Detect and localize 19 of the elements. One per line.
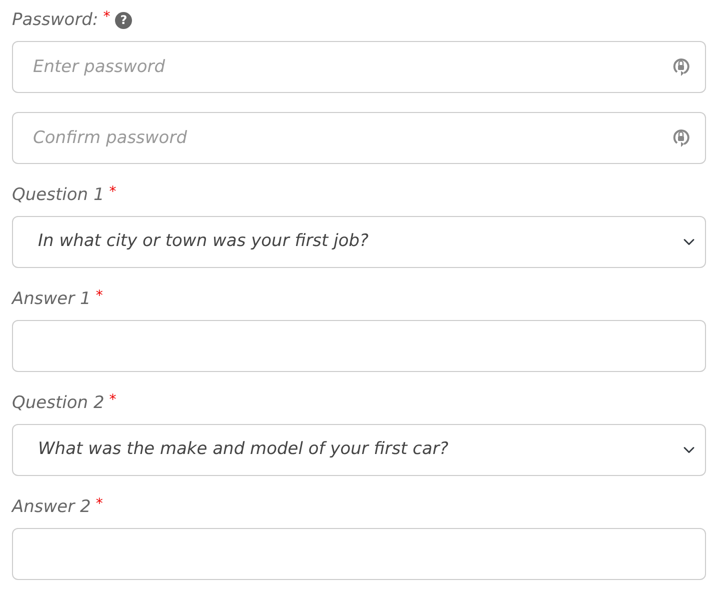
required-mark: * [96, 495, 103, 513]
field-label: Answer 2 [12, 496, 91, 519]
question-select[interactable]: In what city or town was your first job? [12, 216, 706, 268]
field-label: Question 2 [12, 392, 104, 415]
required-mark: * [96, 287, 103, 305]
help-icon[interactable]: ? [115, 12, 132, 28]
required-mark: * [109, 183, 116, 201]
answer-field[interactable] [12, 528, 706, 580]
question-select[interactable]: What was the make and model of your first car? [12, 424, 706, 476]
field-label: Question 1 [12, 184, 104, 207]
field-label: Answer 1 [12, 288, 91, 311]
lock-refresh-icon[interactable] [672, 57, 690, 77]
password-field[interactable]: Confirm password [12, 112, 706, 164]
field-label: Password: [12, 9, 98, 32]
lock-refresh-icon[interactable] [672, 128, 690, 148]
required-mark: * [109, 391, 116, 409]
answer-field[interactable] [12, 320, 706, 372]
required-mark: * [103, 8, 110, 26]
password-field[interactable]: Enter password [12, 41, 706, 93]
